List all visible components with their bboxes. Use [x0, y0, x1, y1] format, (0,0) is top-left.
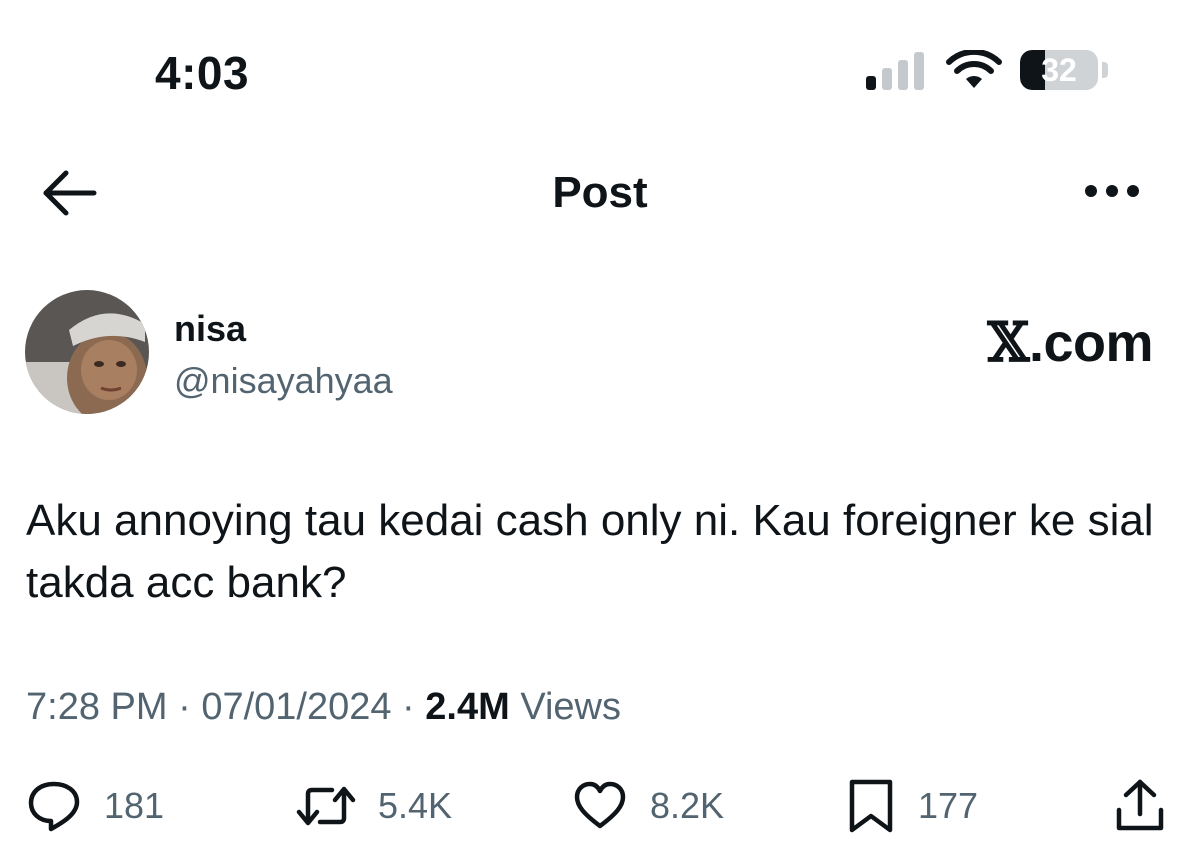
post-time: 7:28 PM	[26, 686, 168, 728]
reply-button[interactable]: 181	[26, 778, 164, 834]
brand-suffix: .com	[1028, 313, 1154, 373]
cellular-signal-icon	[866, 52, 924, 90]
reply-icon	[28, 781, 80, 832]
x-com-watermark: 𝕏.com	[987, 310, 1154, 374]
avatar[interactable]	[25, 290, 149, 414]
bookmark-icon	[849, 779, 893, 833]
more-dots-icon[interactable]	[1082, 176, 1142, 206]
meta-separator: ·	[391, 686, 426, 728]
wifi-icon	[946, 50, 1002, 88]
status-time: 4:03	[155, 47, 250, 99]
post-text: Aku annoying tau kedai cash only ni. Kau…	[26, 496, 1154, 607]
post-meta: 7:28 PM · 07/01/2024 · 2.4M Views	[26, 686, 621, 729]
like-count: 8.2K	[650, 785, 725, 826]
views-label: Views	[509, 686, 622, 728]
battery-icon: 32	[1020, 50, 1098, 90]
author-name[interactable]: nisa	[174, 308, 246, 350]
heart-icon	[574, 781, 626, 829]
like-button[interactable]: 8.2K	[572, 778, 724, 834]
repost-button[interactable]: 5.4K	[296, 778, 452, 834]
author-handle[interactable]: @nisayahyaa	[174, 360, 393, 402]
arrow-left-icon[interactable]	[40, 168, 98, 218]
post-date: 07/01/2024	[201, 686, 392, 728]
bookmark-button[interactable]: 177	[846, 778, 978, 834]
repost-icon	[296, 786, 356, 826]
reply-count: 181	[104, 785, 165, 826]
x-logo-icon: 𝕏	[987, 310, 1030, 374]
battery-indicator: 32	[1020, 50, 1110, 92]
repost-count: 5.4K	[378, 785, 453, 826]
battery-level: 32	[1041, 52, 1077, 88]
views-count[interactable]: 2.4M	[425, 686, 509, 728]
share-button[interactable]	[1114, 778, 1166, 834]
meta-separator: ·	[167, 686, 202, 728]
bookmark-count: 177	[918, 785, 979, 826]
share-icon	[1116, 779, 1164, 831]
page-title: Post	[552, 168, 648, 217]
battery-tip	[1102, 62, 1108, 78]
